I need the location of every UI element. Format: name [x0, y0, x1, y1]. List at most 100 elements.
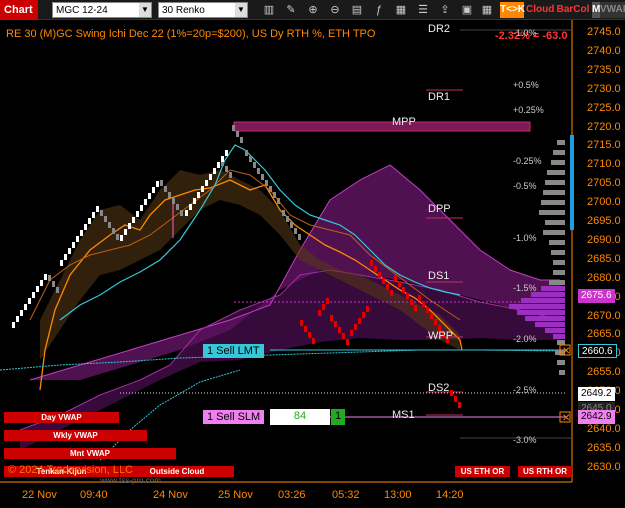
renko-brick	[390, 290, 393, 296]
renko-brick	[176, 204, 179, 210]
interval-select[interactable]: 30 Renko ▼	[158, 2, 248, 18]
price-axis-label: 2670.0	[587, 309, 621, 322]
renko-brick	[386, 284, 389, 290]
bar-chart-icon[interactable]: ▥	[262, 3, 276, 17]
chevron-down-icon[interactable]: ▼	[139, 3, 151, 17]
order-quantity[interactable]: 84	[270, 409, 330, 425]
renko-brick	[72, 242, 75, 248]
renko-brick	[197, 192, 200, 198]
sell-lmt-order[interactable]: 1 Sell LMT	[203, 344, 264, 358]
price-axis-label: 2700.0	[587, 196, 621, 209]
renko-brick	[168, 192, 171, 198]
renko-brick	[24, 304, 27, 310]
mpp-label: MPP	[392, 116, 416, 128]
chevron-down-icon[interactable]: ▼	[235, 3, 247, 17]
share-icon[interactable]: ⇪	[438, 3, 452, 17]
volume-profile-bar	[541, 286, 565, 291]
dr1-label: DR1	[428, 91, 451, 103]
renko-brick	[232, 125, 235, 131]
price-axis-label: 2725.0	[587, 101, 621, 114]
copyright-text: © 2024 Tradervision, LLC	[8, 464, 133, 476]
ds1-label: DS1	[428, 270, 450, 282]
wkly-vwap-button[interactable]: Wkly VWAP	[4, 430, 147, 441]
volume-profile-bar	[553, 150, 565, 155]
renko-brick	[398, 281, 401, 287]
renko-brick	[16, 316, 19, 322]
template-icon[interactable]: ▦	[394, 3, 408, 17]
renko-brick	[205, 180, 208, 186]
renko-brick	[80, 230, 83, 236]
renko-brick	[330, 315, 333, 321]
day-vwap-button[interactable]: Day VWAP	[4, 412, 119, 423]
m-toggle-button[interactable]: M	[592, 2, 600, 18]
renko-brick	[338, 327, 341, 333]
price-axis-label: 2715.0	[587, 139, 621, 152]
mnt-vwap-button[interactable]: Mnt VWAP	[4, 448, 176, 459]
volume-profile-bar	[509, 304, 565, 309]
renko-brick	[225, 150, 228, 156]
renko-brick	[44, 274, 47, 280]
volume-profile-bar	[553, 260, 565, 265]
us-rth-or-button[interactable]: US RTH OR	[518, 466, 572, 477]
renko-brick	[201, 186, 204, 192]
price-box-slm: 2642.9	[578, 410, 615, 424]
renko-brick	[308, 332, 311, 338]
screenshot-icon[interactable]: ▣	[460, 3, 474, 17]
cloud-toggle-button[interactable]: Cloud	[526, 2, 554, 18]
zoom-in-icon[interactable]: ⊕	[306, 3, 320, 17]
pct-label: -2.0%	[513, 334, 537, 344]
tk-toggle-button[interactable]: T<>K	[500, 2, 525, 18]
symbol-select[interactable]: MGC 12-24 ▼	[52, 2, 152, 18]
renko-brick	[185, 210, 188, 216]
cyan-volume-bar	[570, 135, 574, 230]
renko-brick	[92, 212, 95, 218]
pct-label: -3.0%	[513, 435, 537, 445]
pct-label: -2.5%	[513, 385, 537, 395]
svg-text:✕: ✕	[562, 413, 570, 424]
renko-brick	[217, 162, 220, 168]
pct-label: +0.5%	[513, 80, 539, 90]
price-axis-label: 2630.0	[587, 460, 621, 473]
draw-tool-icon[interactable]: ✎	[284, 3, 298, 17]
renko-brick	[269, 186, 272, 192]
grid-icon[interactable]: ▦	[480, 3, 494, 17]
order-quantity-one[interactable]: 1	[331, 409, 345, 425]
sell-slm-order[interactable]: 1 Sell SLM	[203, 410, 265, 424]
renko-brick	[221, 156, 224, 162]
renko-brick	[300, 320, 303, 326]
renko-brick	[374, 266, 377, 272]
properties-icon[interactable]: ☰	[416, 3, 430, 17]
renko-brick	[12, 322, 15, 328]
renko-brick	[56, 287, 59, 293]
time-label: 24 Nov	[153, 489, 188, 501]
renko-brick	[28, 298, 31, 304]
vwap-toggle-button[interactable]: VWAP	[600, 2, 625, 18]
chart-type-icon[interactable]: ▤	[350, 3, 364, 17]
price-box-last: 2649.2	[578, 387, 615, 401]
renko-brick	[229, 172, 232, 178]
price-axis-label: 2745.0	[587, 26, 621, 38]
chart-area[interactable]: ✕ ✕ RE 30 (M)GC Swing Ichi Dec 22 (1%=20…	[0, 20, 625, 508]
renko-brick	[326, 298, 329, 304]
renko-brick	[156, 181, 159, 187]
renko-brick	[108, 222, 111, 228]
volume-profile-bar	[549, 240, 565, 245]
volume-profile-bar	[545, 180, 565, 185]
window-title: Chart	[0, 0, 38, 20]
wpp-label: WPP	[428, 330, 454, 342]
renko-brick	[60, 260, 63, 266]
us-eth-or-button[interactable]: US ETH OR	[455, 466, 510, 477]
renko-brick	[140, 205, 143, 211]
price-axis-label: 2685.0	[587, 252, 621, 265]
renko-brick	[273, 192, 276, 198]
volume-profile-bar	[545, 220, 565, 225]
zoom-out-icon[interactable]: ⊖	[328, 3, 342, 17]
time-label: 13:00	[384, 489, 412, 501]
volume-profile-bar	[559, 370, 565, 375]
volume-profile-bar	[541, 200, 565, 205]
renko-brick	[354, 324, 357, 330]
renko-brick	[240, 137, 243, 143]
barcol-toggle-button[interactable]: BarCol	[556, 2, 590, 18]
indicator-icon[interactable]: ƒ	[372, 3, 386, 17]
renko-brick	[180, 210, 183, 216]
